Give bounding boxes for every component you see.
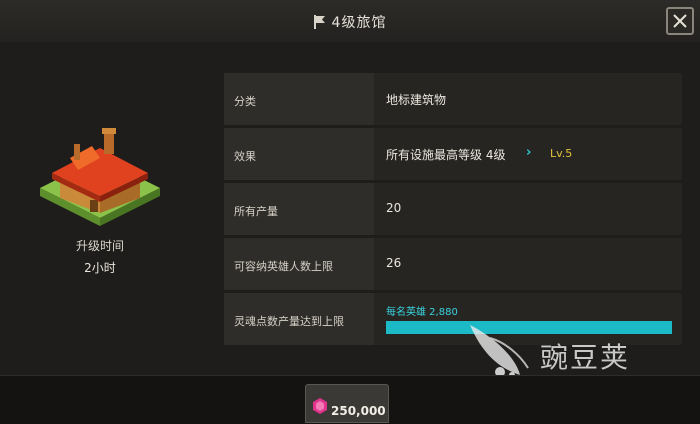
title-text: 4级旅馆 (331, 15, 387, 31)
chevron-right-icon: › (526, 145, 532, 160)
inn-building-icon (40, 128, 160, 226)
title-bar: 4级旅馆 (0, 0, 700, 43)
upgrade-cost-button[interactable]: 250,000 (305, 384, 389, 423)
info-row-hero-capacity: 可容纳英雄人数上限 26 (224, 238, 682, 290)
window-title: 4级旅馆 (0, 12, 700, 33)
row-label: 灵魂点数产量达到上限 (224, 293, 374, 345)
upgrade-time-value: 2小时 (84, 261, 116, 275)
info-row-effect: 效果 所有设施最高等级 4级 › Lv.5 (224, 128, 682, 180)
row-value: 26 (386, 256, 402, 270)
row-value: 所有设施最高等级 4级 (386, 148, 506, 162)
info-row-category: 分类 地标建筑物 (224, 73, 682, 125)
close-button[interactable] (666, 7, 694, 35)
close-icon (673, 14, 687, 28)
soul-points-bar (386, 321, 672, 334)
upgrade-time-label: 升级时间 (75, 239, 124, 253)
row-value: 20 (386, 201, 402, 215)
row-label: 分类 (224, 73, 374, 125)
row-label: 可容纳英雄人数上限 (224, 238, 374, 290)
pink-gem-icon (313, 398, 327, 414)
info-row-output: 所有产量 20 (224, 183, 682, 235)
row-label: 所有产量 (224, 183, 374, 235)
cost-value: 250,000 (331, 404, 386, 418)
watermark-text: 豌豆荚 (540, 341, 631, 374)
row-value: 地标建筑物 (386, 93, 447, 107)
flag-icon (313, 15, 326, 33)
soul-points-bar-fill (386, 321, 672, 334)
row-label: 效果 (224, 128, 374, 180)
bar-label: 每名英雄 2,880 (386, 307, 458, 318)
next-level-value: Lv.5 (550, 147, 573, 160)
